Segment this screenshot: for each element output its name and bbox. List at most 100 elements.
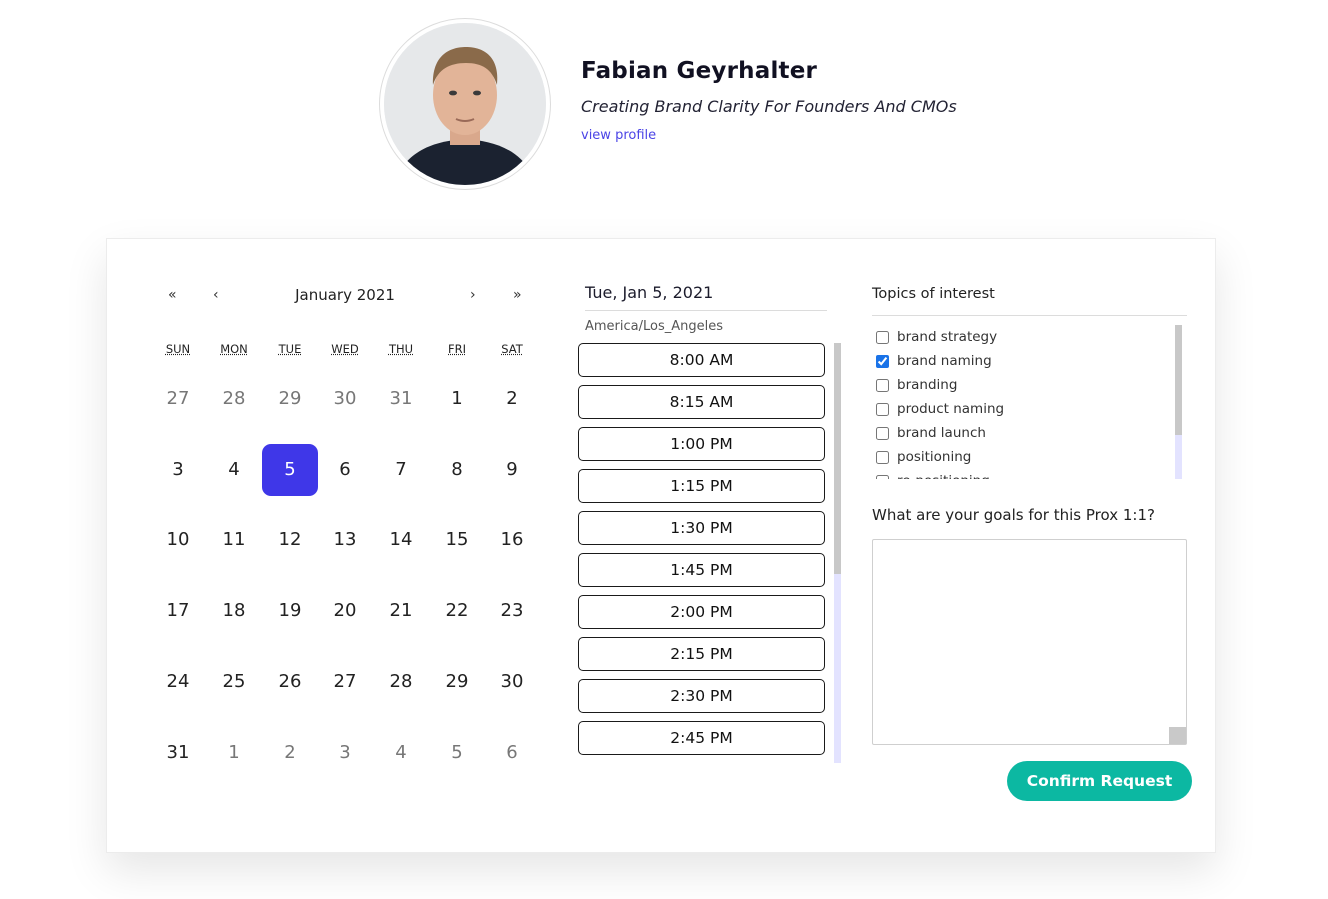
calendar-day[interactable]: 22: [429, 585, 485, 637]
time-slot-button[interactable]: 2:45 PM: [578, 721, 825, 755]
topic-option[interactable]: re-positioning: [873, 469, 1173, 479]
calendar-day[interactable]: 31: [373, 373, 429, 425]
textarea-resize-handle[interactable]: [1169, 727, 1186, 744]
calendar-day[interactable]: 10: [150, 514, 206, 566]
avatar: [384, 23, 546, 185]
calendar-day[interactable]: 24: [150, 656, 206, 708]
calendar-day[interactable]: 30: [317, 373, 373, 425]
topic-checkbox[interactable]: [876, 330, 889, 344]
topic-label: positioning: [897, 449, 972, 465]
time-slot-button[interactable]: 2:30 PM: [578, 679, 825, 713]
weekday-label: WED: [331, 342, 359, 356]
time-slot-button[interactable]: 1:15 PM: [578, 469, 825, 503]
calendar-day[interactable]: 27: [150, 373, 206, 425]
topic-label: brand strategy: [897, 329, 998, 345]
topic-checkbox[interactable]: [876, 474, 889, 479]
avatar-frame: [379, 18, 551, 190]
booking-card: « ‹ January 2021 › » SUN MON TUE WED THU FRI S…: [106, 238, 1216, 853]
time-slot-button[interactable]: 2:15 PM: [578, 637, 825, 671]
calendar-day-selected[interactable]: 5: [262, 444, 318, 496]
weekday-label: SUN: [165, 342, 191, 356]
divider: [872, 315, 1187, 316]
calendar-day[interactable]: 20: [317, 585, 373, 637]
calendar-day[interactable]: 3: [317, 727, 373, 779]
calendar-day[interactable]: 1: [206, 727, 262, 779]
timezone-label: America/Los_Angeles: [585, 319, 724, 334]
topic-label: brand naming: [897, 353, 992, 369]
calendar-day[interactable]: 31: [150, 727, 206, 779]
calendar-day[interactable]: 1: [429, 373, 485, 425]
topics-title: Topics of interest: [872, 286, 995, 302]
time-slot-button[interactable]: 1:00 PM: [578, 427, 825, 461]
time-slot-button[interactable]: 1:30 PM: [578, 511, 825, 545]
topic-option[interactable]: brand naming: [873, 349, 1173, 373]
calendar-day[interactable]: 21: [373, 585, 429, 637]
calendar-day[interactable]: 27: [317, 656, 373, 708]
next-month-button[interactable]: ›: [470, 287, 476, 303]
confirm-request-button[interactable]: Confirm Request: [1007, 761, 1192, 801]
topics-list: brand strategy brand naming branding produc…: [873, 325, 1173, 479]
calendar-day[interactable]: 17: [150, 585, 206, 637]
goals-textarea[interactable]: [872, 539, 1187, 745]
time-slot-scrollbar-thumb[interactable]: [834, 343, 841, 574]
topic-checkbox[interactable]: [876, 450, 889, 464]
topic-checkbox[interactable]: [876, 402, 889, 416]
calendar-day[interactable]: 2: [262, 727, 318, 779]
calendar-day[interactable]: 18: [206, 585, 262, 637]
topics-scrollbar-thumb[interactable]: [1175, 325, 1182, 435]
calendar-day[interactable]: 7: [373, 444, 429, 496]
goals-label: What are your goals for this Prox 1:1?: [872, 506, 1155, 524]
topic-option[interactable]: product naming: [873, 397, 1173, 421]
portrait-image: [384, 23, 546, 185]
weekday-label: MON: [220, 342, 248, 356]
view-profile-link[interactable]: view profile: [581, 128, 656, 143]
calendar-day[interactable]: 4: [373, 727, 429, 779]
calendar-day[interactable]: 28: [373, 656, 429, 708]
topic-option[interactable]: positioning: [873, 445, 1173, 469]
calendar-day[interactable]: 19: [262, 585, 318, 637]
calendar-day[interactable]: 8: [429, 444, 485, 496]
calendar-day[interactable]: 15: [429, 514, 485, 566]
divider: [585, 310, 827, 311]
calendar-day[interactable]: 25: [206, 656, 262, 708]
calendar-day[interactable]: 4: [206, 444, 262, 496]
time-slot-button[interactable]: 8:15 AM: [578, 385, 825, 419]
time-slot-button[interactable]: 2:00 PM: [578, 595, 825, 629]
calendar-day[interactable]: 5: [429, 727, 485, 779]
calendar-day[interactable]: 14: [373, 514, 429, 566]
topic-option[interactable]: brand launch: [873, 421, 1173, 445]
next-year-button[interactable]: »: [513, 287, 522, 303]
calendar-day[interactable]: 6: [484, 727, 540, 779]
topic-option[interactable]: branding: [873, 373, 1173, 397]
selected-date-label: Tue, Jan 5, 2021: [585, 283, 714, 302]
calendar-day[interactable]: 6: [317, 444, 373, 496]
topic-checkbox[interactable]: [876, 354, 889, 368]
topic-label: product naming: [897, 401, 1005, 417]
weekday-label: THU: [388, 342, 414, 356]
prev-month-button[interactable]: ‹: [213, 287, 219, 303]
calendar-day[interactable]: 2: [484, 373, 540, 425]
topic-option[interactable]: brand strategy: [873, 325, 1173, 349]
topic-label: brand launch: [897, 425, 986, 441]
time-slot-button[interactable]: 8:00 AM: [578, 343, 825, 377]
calendar-day[interactable]: 16: [484, 514, 540, 566]
calendar-day[interactable]: 28: [206, 373, 262, 425]
prev-year-button[interactable]: «: [168, 287, 177, 303]
calendar-day[interactable]: 26: [262, 656, 318, 708]
calendar-day[interactable]: 29: [429, 656, 485, 708]
calendar-day[interactable]: 23: [484, 585, 540, 637]
profile-name: Fabian Geyrhalter: [581, 58, 818, 84]
topic-checkbox[interactable]: [876, 378, 889, 392]
calendar-day[interactable]: 29: [262, 373, 318, 425]
weekday-label: FRI: [448, 342, 466, 356]
time-slot-button[interactable]: 1:45 PM: [578, 553, 825, 587]
weekday-label: TUE: [278, 342, 302, 356]
calendar-day[interactable]: 12: [262, 514, 318, 566]
topic-checkbox[interactable]: [876, 426, 889, 440]
calendar-day[interactable]: 9: [484, 444, 540, 496]
calendar-day[interactable]: 13: [317, 514, 373, 566]
topic-label: re-positioning: [897, 473, 990, 479]
calendar-day[interactable]: 11: [206, 514, 262, 566]
calendar-day[interactable]: 3: [150, 444, 206, 496]
calendar-day[interactable]: 30: [484, 656, 540, 708]
